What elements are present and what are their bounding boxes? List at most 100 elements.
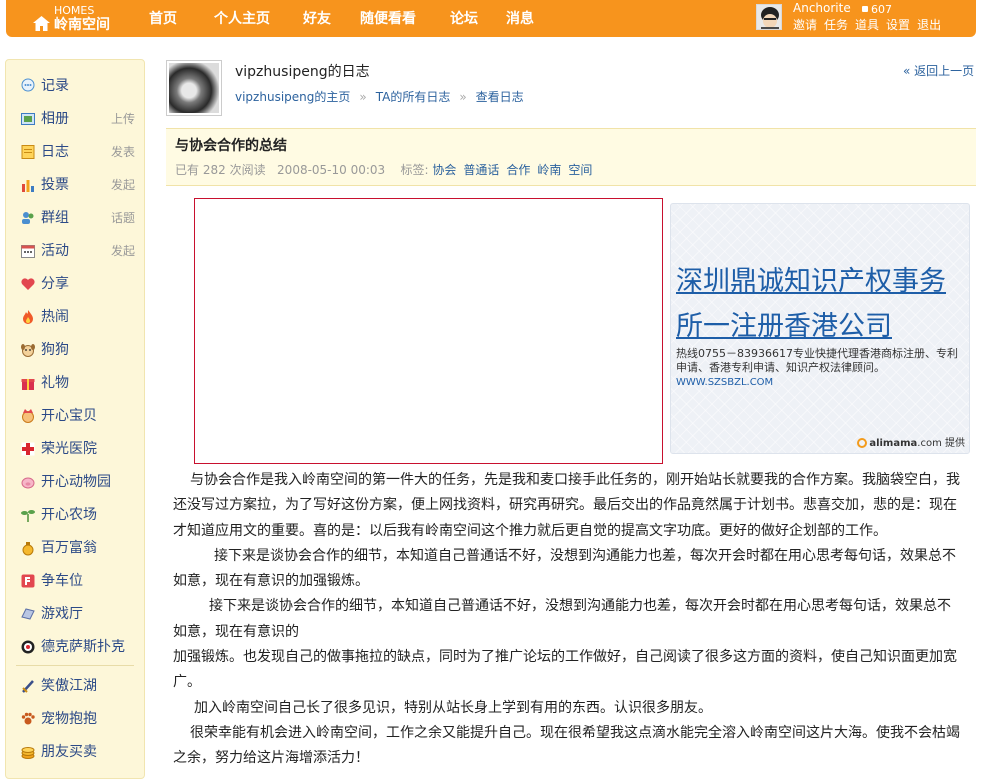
sidebar-item-label: 开心动物园: [41, 474, 111, 490]
link-items[interactable]: 道具: [855, 18, 879, 32]
nav-home[interactable]: 首页: [149, 9, 177, 29]
meta-prefix: 已有: [175, 163, 200, 177]
sidebar-item-action[interactable]: 发表: [111, 143, 135, 161]
ad-brand-suffix: .com 提供: [917, 438, 965, 449]
sidebar-item[interactable]: 投票 发起: [20, 175, 135, 195]
link-settings[interactable]: 设置: [886, 18, 910, 32]
alimama-logo-icon: [857, 438, 868, 448]
sidebar-item-label: 争车位: [41, 573, 83, 589]
nav-profile[interactable]: 个人主页: [214, 9, 270, 29]
sidebar-item[interactable]: 分享: [20, 274, 135, 294]
logo-text-cn: 岭南空间: [54, 17, 110, 33]
ad-provider: alimama.com 提供: [857, 437, 965, 451]
sidebar-item-action[interactable]: 话题: [111, 209, 135, 227]
sidebar-divider: [16, 665, 134, 666]
sidebar-item[interactable]: 荣光医院: [20, 439, 135, 459]
back-link[interactable]: « 返回上一页: [903, 63, 974, 79]
sidebar-item-label: 日志: [41, 144, 69, 160]
sword-icon: [22, 680, 34, 693]
logo-text-en: HOMES: [54, 4, 95, 17]
owner-avatar[interactable]: [166, 60, 222, 116]
sidebar-item[interactable]: 宠物抱抱: [20, 709, 135, 729]
ad-url[interactable]: WWW.SZSBZL.COM: [676, 377, 773, 389]
photo-icon: [21, 113, 35, 125]
user-name[interactable]: Anchorite: [793, 1, 851, 15]
sidebar-item-action[interactable]: 发起: [111, 242, 135, 260]
sidebar-item[interactable]: 开心农场: [20, 505, 135, 525]
tags-label: 标签:: [400, 163, 429, 177]
ad-headline[interactable]: 深圳鼎诚知识产权事务所一注册香港公司: [676, 259, 961, 349]
site-logo[interactable]: HOMES 岭南空间: [26, 4, 146, 34]
sidebar-item[interactable]: 开心宝贝: [20, 406, 135, 426]
meta-views-suffix: 次阅读: [229, 163, 266, 177]
hospital-cross-icon: [21, 442, 35, 456]
article-paragraph: 加入岭南空间自己长了很多见识，特别从站长身上学到有用的东西。认识很多朋友。: [194, 699, 712, 716]
user-links: 邀请 任务 道具 设置 退出: [793, 18, 948, 32]
sidebar-item[interactable]: 相册 上传: [20, 109, 135, 129]
sidebar-item[interactable]: 朋友买卖: [20, 742, 135, 762]
sidebar-item-action[interactable]: 上传: [111, 110, 135, 128]
nav-browse[interactable]: 随便看看: [360, 9, 416, 29]
sidebar-item[interactable]: 活动 发起: [20, 241, 135, 261]
sidebar-item-label: 投票: [41, 177, 69, 193]
tag-link[interactable]: 空间: [568, 163, 592, 177]
sidebar-item-label: 德克萨斯扑克: [41, 639, 125, 655]
sidebar-item[interactable]: 笑傲江湖: [20, 676, 135, 696]
sidebar-item-label: 分享: [41, 276, 69, 292]
breadcrumb: vipzhusipeng的主页 » TA的所有日志 » 查看日志: [235, 89, 524, 105]
sprout-icon: [21, 510, 35, 522]
sidebar-item[interactable]: 游戏厅: [20, 604, 135, 624]
sidebar-item[interactable]: 争车位: [20, 571, 135, 591]
crumb-all-diaries[interactable]: TA的所有日志: [376, 90, 451, 104]
user-coins: 607: [862, 4, 892, 15]
user-panel: Anchorite 607 邀请 任务 道具 设置 退出: [756, 1, 976, 35]
dog-icon: [21, 344, 35, 357]
nav-forum[interactable]: 论坛: [450, 9, 478, 29]
sidebar-item[interactable]: 狗狗: [20, 340, 135, 360]
sidebar-item[interactable]: 开心动物园: [20, 472, 135, 492]
link-tasks[interactable]: 任务: [824, 18, 848, 32]
sidebar-item[interactable]: 日志 发表: [20, 142, 135, 162]
nav-friends[interactable]: 好友: [303, 9, 331, 29]
tag-link[interactable]: 合作: [506, 163, 530, 177]
tag-link[interactable]: 普通话: [463, 163, 499, 177]
article-paragraph: 与协会合作是我入岭南空间的第一件大的任务，先是我和麦口接手此任务的，刚开始站长就…: [173, 472, 960, 539]
entry-header: 与协会合作的总结 已有 282 次阅读 2008-05-10 00:03 标签:…: [166, 128, 976, 186]
link-logout[interactable]: 退出: [917, 18, 941, 32]
gamepad-icon: [21, 608, 35, 620]
crumb-view-diary[interactable]: 查看日志: [476, 90, 524, 104]
sidebar-item-label: 宠物抱抱: [41, 711, 97, 727]
tag-link[interactable]: 协会: [432, 163, 456, 177]
article-paragraph: 接下来是谈协会合作的细节，本知道自己普通话不好，没想到沟通能力也差，每次开会时都…: [173, 547, 956, 590]
entry-date: 2008-05-10 00:03: [277, 163, 386, 177]
sidebar-item-label: 开心宝贝: [41, 408, 97, 424]
advertisement[interactable]: 深圳鼎诚知识产权事务所一注册香港公司 热线0755－83936617专业快捷代理…: [670, 203, 970, 454]
nav-messages[interactable]: 消息: [506, 9, 534, 29]
sidebar-item-label: 群组: [41, 210, 69, 226]
sidebar-item-label: 开心农场: [41, 507, 97, 523]
user-avatar[interactable]: [756, 4, 782, 30]
link-invite[interactable]: 邀请: [793, 18, 817, 32]
sidebar-item-label: 礼物: [41, 375, 69, 391]
sidebar-item[interactable]: 热闹: [20, 307, 135, 327]
paw-icon: [21, 712, 35, 725]
sidebar-item[interactable]: 礼物: [20, 373, 135, 393]
crumb-home[interactable]: vipzhusipeng的主页: [235, 90, 350, 104]
tag-link[interactable]: 岭南: [537, 163, 561, 177]
diary-owner-title: vipzhusipeng的日志: [235, 64, 370, 80]
view-count: 282: [202, 163, 226, 177]
sidebar-item-label: 游戏厅: [41, 606, 83, 622]
home-icon: [33, 16, 50, 31]
parking-icon: [21, 574, 35, 588]
money-bag-icon: [22, 542, 34, 556]
tag-list: 协会 普通话 合作 岭南 空间: [432, 163, 599, 177]
article-paragraph: 加强锻炼。也发现自己的做事拖拉的缺点，同时为了推广论坛的工作做好，自己阅读了很多…: [173, 649, 957, 691]
coin-count: 607: [871, 3, 892, 16]
sidebar-item[interactable]: 群组 话题: [20, 208, 135, 228]
sidebar-item[interactable]: 百万富翁: [20, 538, 135, 558]
sidebar-item[interactable]: 德克萨斯扑克: [20, 637, 135, 657]
sidebar-item[interactable]: 记录: [20, 76, 135, 96]
sidebar-item-action[interactable]: 发起: [111, 176, 135, 194]
coin-icon: [862, 6, 868, 12]
article-paragraph: 很荣幸能有机会进入岭南空间，工作之余又能提升自己。现在很希望我这点滴水能完全溶入…: [173, 724, 960, 767]
